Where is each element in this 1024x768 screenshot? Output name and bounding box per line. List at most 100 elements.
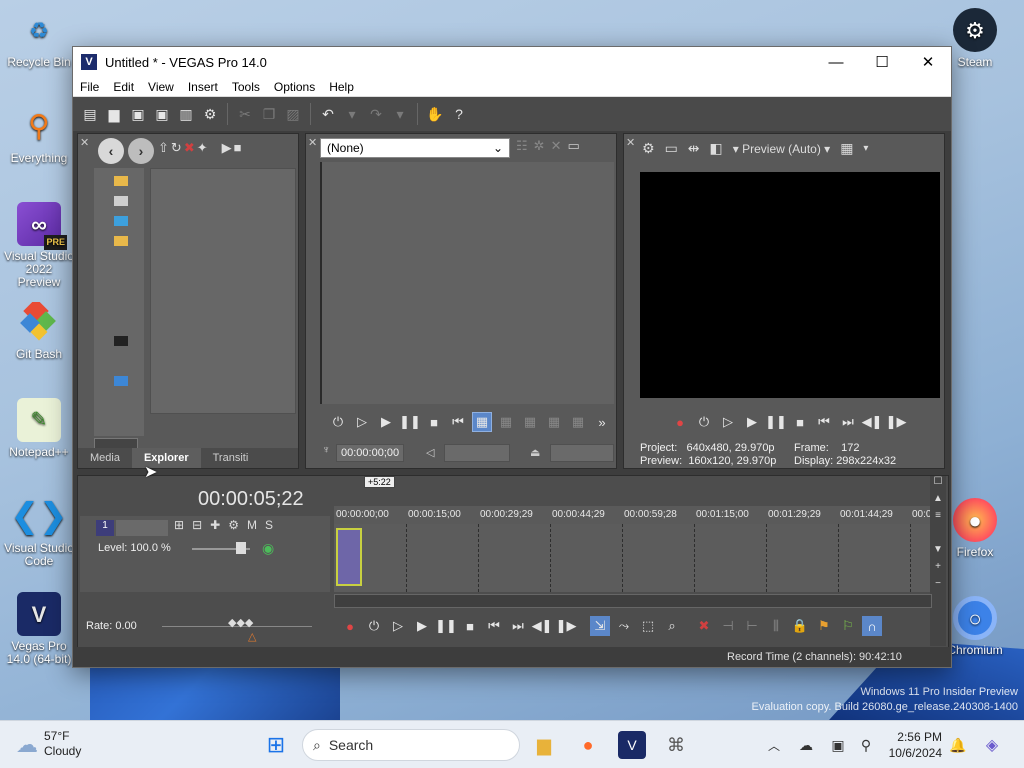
stop-icon[interactable]: ■ [460,616,480,636]
record-icon[interactable]: ● [670,412,690,432]
network-icon[interactable]: ⚲ [852,731,880,759]
delete-icon[interactable]: ✖ [184,140,195,156]
trimmer-area[interactable] [320,162,614,404]
up-folder-icon[interactable]: ⇧ [158,140,169,156]
properties-icon[interactable]: ⚙ [642,140,655,157]
vegas-taskbar-icon[interactable]: V [618,731,646,759]
overlays-icon[interactable]: ◧ [710,140,723,157]
desktop-icon-vegas-pro[interactable]: V Vegas Pro 14.0 (64-bit) [4,592,74,666]
menu-options[interactable]: Options [267,80,322,94]
play-from-start-icon[interactable]: ▷ [352,412,372,432]
marker-icon[interactable]: ⚑ [814,616,834,636]
notification-bell-icon[interactable]: 🔔 [944,731,972,759]
go-to-start-icon[interactable]: ⏮ [484,616,504,636]
more-icon[interactable]: » [592,412,612,432]
file-explorer-icon[interactable]: ▆ [530,731,558,759]
settings-icon[interactable]: ⚙ [228,518,239,532]
minimize-button[interactable]: — [813,47,859,77]
play-icon[interactable]: ▶ [222,140,232,156]
stop-icon[interactable]: ■ [424,412,444,432]
copilot-icon[interactable]: ◈ [978,731,1006,759]
stop-icon[interactable]: ■ [234,140,242,156]
pause-icon[interactable]: ❚❚ [765,412,787,432]
copy-icon[interactable]: ❐ [258,103,280,125]
play-from-start-icon[interactable]: ▷ [388,616,408,636]
go-to-start-icon[interactable]: ⏮ [448,412,468,432]
undo-icon[interactable]: ↶ [317,103,339,125]
docking-icon[interactable]: ▭ [567,138,579,154]
envelope-tool-icon[interactable]: ⤳ [614,616,634,636]
previous-frame-icon[interactable]: ◀❚ [532,616,553,636]
play-from-start-icon[interactable]: ▷ [718,412,738,432]
scroll-up-icon[interactable]: ▲ [930,493,946,510]
desktop-icon-git-bash[interactable]: Git Bash [4,300,74,361]
track-fx-icon[interactable]: ⊟ [192,518,202,532]
desktop-icon-visual-studio[interactable]: ∞ PRE Visual Studio 2022 Preview [4,202,74,289]
desktop-icon-vscode[interactable]: ❮❯ Visual Studio Code [4,494,74,568]
scrub-icon[interactable]: ☷ [516,138,528,154]
menu-tools[interactable]: Tools [225,80,267,94]
trim-end-icon[interactable]: ⊢ [742,616,762,636]
chevron-up-icon[interactable]: ︿ [760,731,788,759]
undo-dropdown-icon[interactable]: ▾ [341,103,363,125]
lock-icon[interactable]: 🔒 [790,616,810,636]
loop-icon[interactable]: ⏻ [364,616,384,636]
track-name-field[interactable] [116,520,168,536]
solo-button[interactable]: S [265,518,273,532]
vertical-scrollbar[interactable]: ☐ ▲ ≡ ▼ + − [930,476,946,646]
title-bar[interactable]: V Untitled * - VEGAS Pro 14.0 — ☐ ✕ [73,47,951,77]
compositing-mode-icon[interactable]: ◉ [262,540,274,557]
whats-this-help-icon[interactable]: ? [448,103,470,125]
refresh-icon[interactable]: ↻ [171,140,182,156]
tab-media[interactable]: Media [78,452,132,464]
folder-tree[interactable] [94,168,144,436]
mute-button[interactable]: M [247,518,257,532]
go-to-start-icon[interactable]: ⏮ [814,412,834,432]
trim-start-icon[interactable]: ⊣ [718,616,738,636]
timeline-ruler[interactable]: 00:00:00;00 00:00:15;00 00:00:29;29 00:00:4… [334,506,932,524]
add-to-timeline-icon[interactable]: ▦ [568,412,588,432]
normal-edit-tool-icon[interactable]: ⇲ [590,616,610,636]
properties-icon[interactable]: ⚙ [199,103,221,125]
stop-icon[interactable]: ■ [790,412,810,432]
render-icon[interactable]: ▥ [175,103,197,125]
close-panel-icon[interactable]: ✕ [80,136,89,149]
pause-icon[interactable]: ❚❚ [399,412,421,432]
menu-view[interactable]: View [141,80,181,94]
save-as-icon[interactable]: ▣ [151,103,173,125]
redo-dropdown-icon[interactable]: ▾ [389,103,411,125]
settings-icon[interactable]: ✲ [534,138,545,154]
menu-file[interactable]: File [73,80,106,94]
split-screen-icon[interactable]: ⇹ [688,140,700,157]
app-taskbar-icon[interactable]: ⌘ [662,731,690,759]
open-folder-icon[interactable]: ▆ [103,103,125,125]
add-favorite-icon[interactable]: ✦ [197,140,208,156]
menu-help[interactable]: Help [322,80,361,94]
rate-slider-handle[interactable]: ◆◆◆ [228,616,253,629]
external-monitor-icon[interactable]: ▭ [665,140,678,157]
close-panel-icon[interactable]: ✕ [626,136,635,149]
tab-transitions[interactable]: Transiti [201,452,261,464]
file-list[interactable] [150,168,296,414]
redo-icon[interactable]: ↷ [365,103,387,125]
zoom-in-icon[interactable]: + [930,561,946,578]
selection-tool-icon[interactable]: ⬚ [638,616,658,636]
zoom-out-icon[interactable]: − [930,578,946,595]
region-icon[interactable]: ⚐ [838,616,858,636]
menu-insert[interactable]: Insert [181,80,225,94]
delete-icon[interactable]: ✖ [694,616,714,636]
video-clip[interactable] [336,528,362,586]
add-to-timeline-icon[interactable]: ▦ [472,412,492,432]
chevron-down-icon[interactable]: ▾ [863,143,868,154]
level-slider-handle[interactable] [236,542,246,554]
search-box[interactable]: ⌕ Search [302,729,520,761]
paste-icon[interactable]: ▨ [282,103,304,125]
horizontal-scrollbar[interactable] [334,594,932,608]
scroll-down-icon[interactable]: ▼ [930,544,946,561]
maximize-button[interactable]: ☐ [859,47,905,77]
add-to-timeline-icon[interactable]: ▦ [496,412,516,432]
new-project-icon[interactable]: ▤ [79,103,101,125]
add-to-timeline-icon[interactable]: ▦ [520,412,540,432]
track-motion-icon[interactable]: ⊞ [174,518,184,532]
play-icon[interactable]: ▶ [412,616,432,636]
